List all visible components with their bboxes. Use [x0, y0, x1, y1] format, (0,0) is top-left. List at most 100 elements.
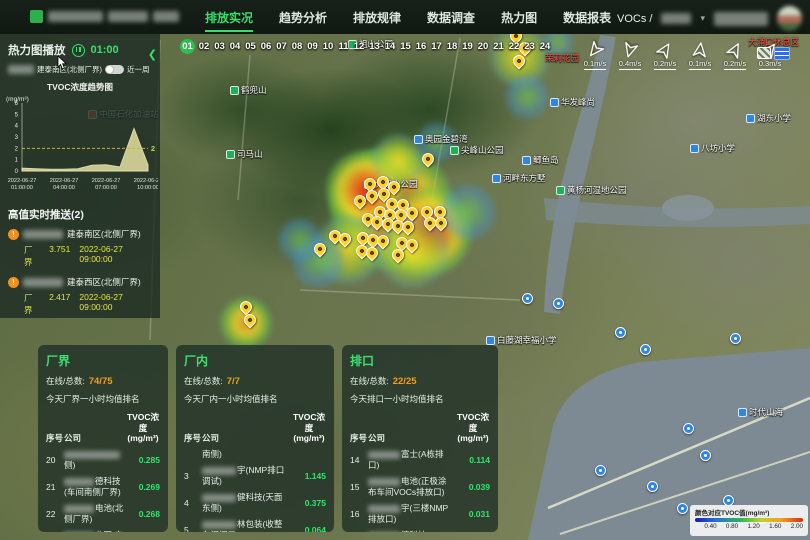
- row-company: 林包装(收整车间门口): [202, 519, 292, 532]
- wind-indicator: 0.2m/s: [722, 42, 748, 70]
- timeline-hour[interactable]: 12: [353, 41, 366, 52]
- table-row[interactable]: 15 电池(正极涂布车间VOCs排放口) 0.039: [350, 476, 490, 498]
- svg-text:3: 3: [15, 135, 19, 141]
- map-poi-dot[interactable]: [595, 465, 606, 476]
- timeline-hour[interactable]: 14: [384, 41, 397, 52]
- row-value: 1.145: [292, 471, 326, 481]
- map-poi-dot[interactable]: [553, 298, 564, 309]
- timeline-hour[interactable]: 11: [337, 41, 350, 52]
- nav-tab[interactable]: 热力图: [501, 9, 537, 32]
- row-index: 5: [184, 525, 202, 532]
- nav-tab[interactable]: 数据报表: [563, 9, 611, 32]
- timeline-hour[interactable]: 02: [198, 41, 211, 52]
- push-item[interactable]: ! 建泰南区(北侧厂界) 厂界 3.751 2022-06-27 09:00:0…: [8, 228, 154, 268]
- timeline-hour[interactable]: 08: [291, 41, 304, 52]
- timeline-hour[interactable]: 06: [260, 41, 273, 52]
- site-name[interactable]: 建泰南区(北侧厂界): [37, 64, 102, 75]
- map-poi-dot[interactable]: [683, 423, 694, 434]
- table-row[interactable]: 23 北区(东侧厂界) 0.267: [46, 530, 160, 532]
- timeline-hour[interactable]: 20: [477, 41, 490, 52]
- pause-button[interactable]: [72, 44, 85, 57]
- vocs-selector-label: VOCs /: [617, 13, 652, 25]
- timeline-hour[interactable]: 10: [322, 41, 335, 52]
- table-row[interactable]: 20 侧) 0.285: [46, 449, 160, 471]
- logo-text-redacted: [108, 11, 148, 22]
- logo-text-redacted: [153, 11, 179, 22]
- panel-title: 厂界: [46, 352, 160, 369]
- table-row[interactable]: 17 德科技(FHVP1007) 0.015: [350, 530, 490, 532]
- wind-arrow-icon: [654, 39, 676, 61]
- vocs-selected-redacted[interactable]: [661, 13, 691, 24]
- timeline-hour[interactable]: 22: [508, 41, 521, 52]
- legend-gradient-bar: [695, 518, 803, 522]
- online-count: 在线/总数:74/75: [46, 375, 160, 387]
- table-row[interactable]: 3 宇(NMP排口调试) 1.145: [184, 465, 326, 487]
- row-value: 0.031: [456, 509, 490, 519]
- map-poi-dot[interactable]: [522, 293, 533, 304]
- hour-timeline: 0102030405060708091011121314151617181920…: [180, 39, 552, 54]
- push-item[interactable]: ! 建泰西区(北侧厂界) 厂界 2.417 2022-06-27 09:00:0…: [8, 276, 154, 316]
- timeline-hour[interactable]: 23: [523, 41, 536, 52]
- map-poi-dot[interactable]: [730, 333, 741, 344]
- timeline-hour[interactable]: 07: [275, 41, 288, 52]
- timeline-hour[interactable]: 16: [415, 41, 428, 52]
- wind-indicator: 0.2m/s: [652, 42, 678, 70]
- svg-text:10:00:00: 10:00:00: [137, 185, 158, 191]
- table-row[interactable]: 4 健科技(天面东侧) 0.375: [184, 492, 326, 514]
- row-index: 4: [184, 498, 202, 508]
- timeline-hour[interactable]: 01: [180, 39, 195, 54]
- timeline-hour[interactable]: 24: [539, 41, 552, 52]
- timeline-hour[interactable]: 18: [446, 41, 459, 52]
- table-row[interactable]: 14 富士(A栋排口) 0.114: [350, 449, 490, 471]
- timeline-hour[interactable]: 15: [399, 41, 412, 52]
- table-row[interactable]: 21 德科技(车间南侧厂界) 0.269: [46, 476, 160, 498]
- nav-tab[interactable]: 排放规律: [353, 9, 401, 32]
- map-layer-buttons: [757, 47, 790, 60]
- nav-tab[interactable]: 数据调查: [427, 9, 475, 32]
- push-panel-title: 高值实时推送(2): [8, 207, 154, 222]
- week-toggle[interactable]: [105, 65, 124, 74]
- company-redacted: [23, 230, 63, 239]
- avatar[interactable]: [777, 6, 802, 31]
- map-label: 白藤湖幸福小学: [486, 334, 557, 346]
- map-poi-dot[interactable]: [677, 503, 688, 514]
- nav-tab[interactable]: 趋势分析: [279, 9, 327, 32]
- poi-icon: [738, 408, 747, 417]
- timeline-hour[interactable]: 21: [492, 41, 505, 52]
- row-value: 0.114: [456, 455, 490, 465]
- timeline-hour[interactable]: 13: [368, 41, 381, 52]
- table-row[interactable]: 南侧): [184, 449, 326, 460]
- chevron-down-icon[interactable]: ▾: [700, 13, 705, 24]
- table-row[interactable]: 16 宇(三楼NMP排放口) 0.031: [350, 503, 490, 525]
- svg-text:2022-06-27: 2022-06-27: [8, 178, 37, 184]
- wind-arrow-icon: [620, 40, 640, 60]
- timeline-hour[interactable]: 03: [213, 41, 226, 52]
- row-index: 21: [46, 482, 64, 492]
- table-row[interactable]: 5 林包装(收整车间门口) 0.064: [184, 519, 326, 532]
- table-row[interactable]: 22 电池(北侧厂界) 0.268: [46, 503, 160, 525]
- map-label: 司马山: [226, 148, 263, 160]
- rank-panel-factory-boundary: 厂界 在线/总数:74/75 今天厂界一小时均值排名 序号公司 TVOC浓度(m…: [38, 345, 168, 532]
- company-redacted: [23, 278, 63, 287]
- poi-icon: [522, 156, 531, 165]
- collapse-panel-icon[interactable]: ❮: [148, 48, 157, 61]
- map-poi-dot[interactable]: [615, 327, 626, 338]
- map-poi-dot[interactable]: [640, 344, 651, 355]
- threshold-label: 2: [151, 144, 155, 153]
- timeline-hour[interactable]: 09: [306, 41, 319, 52]
- high-value-push-panel: 高值实时推送(2) ! 建泰南区(北侧厂界) 厂界 3.751 2022-06-…: [0, 203, 160, 316]
- timeline-hour[interactable]: 17: [430, 41, 443, 52]
- panel-subtitle: 今天排口一小时均值排名: [350, 393, 490, 405]
- timeline-hour[interactable]: 05: [244, 41, 257, 52]
- timeline-hour[interactable]: 19: [461, 41, 474, 52]
- svg-text:01:00:00: 01:00:00: [11, 185, 33, 191]
- row-company: 健科技(天面东侧): [202, 492, 292, 514]
- wind-indicator: 0.1m/s: [687, 42, 713, 70]
- satellite-layer-button[interactable]: [757, 47, 771, 59]
- legend-toggle-button[interactable]: [774, 47, 790, 60]
- timeline-hour[interactable]: 04: [229, 41, 242, 52]
- row-value: 0.039: [456, 482, 490, 492]
- nav-tab[interactable]: 排放实况: [205, 9, 253, 32]
- map-poi-dot[interactable]: [700, 450, 711, 461]
- map-poi-dot[interactable]: [647, 481, 658, 492]
